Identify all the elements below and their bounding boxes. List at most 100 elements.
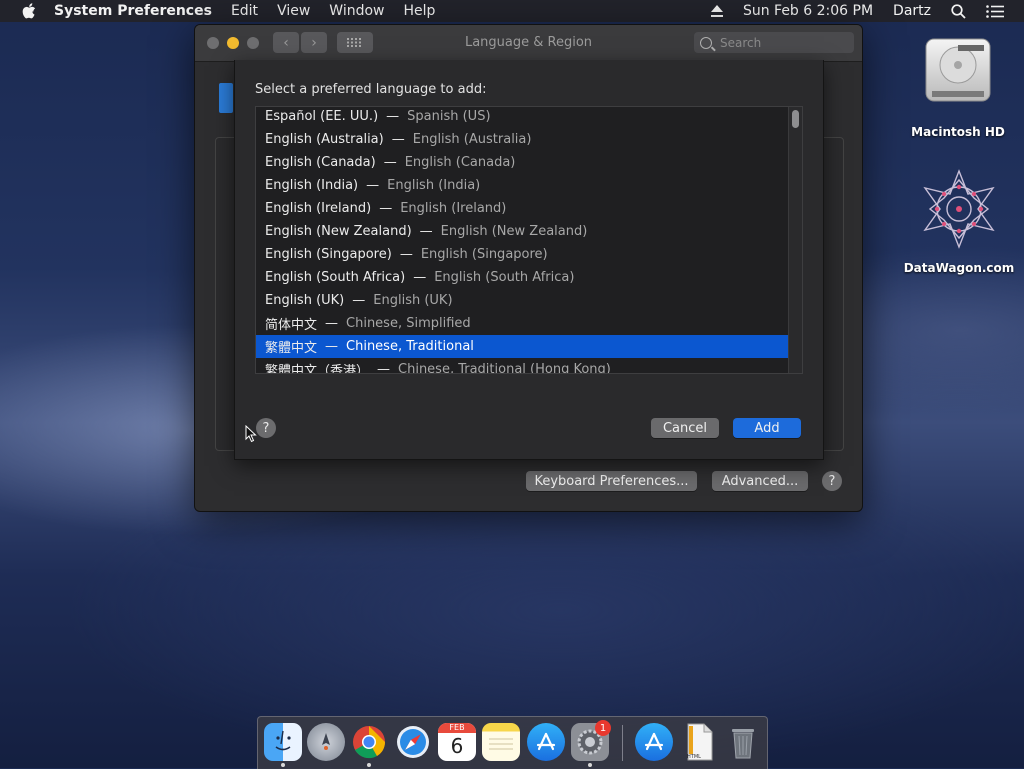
language-row[interactable]: English (Singapore) — English (Singapore) bbox=[256, 243, 788, 266]
language-english-name: Chinese, Traditional (Hong Kong) bbox=[398, 362, 611, 374]
spotlight-search-icon[interactable] bbox=[951, 3, 966, 19]
menu-view[interactable]: View bbox=[277, 3, 310, 19]
language-row[interactable]: English (New Zealand) — English (New Zeala… bbox=[256, 220, 788, 243]
language-row[interactable]: 繁體中文 — Chinese, Traditional bbox=[256, 335, 788, 358]
language-separator: — bbox=[325, 339, 339, 354]
advanced-button[interactable]: Advanced... bbox=[712, 471, 808, 491]
language-english-name: English (South Africa) bbox=[434, 270, 575, 285]
language-native-name: English (UK) bbox=[265, 293, 345, 308]
calendar-day: 6 bbox=[450, 734, 464, 758]
add-button[interactable]: Add bbox=[733, 418, 801, 438]
language-english-name: Spanish (US) bbox=[407, 109, 491, 124]
language-english-name: English (Canada) bbox=[404, 155, 516, 170]
language-native-name: English (India) bbox=[265, 178, 359, 193]
calendar-month: FEB bbox=[438, 723, 476, 733]
language-native-name: English (Ireland) bbox=[265, 201, 372, 216]
cancel-button[interactable]: Cancel bbox=[651, 418, 719, 438]
language-english-name: English (India) bbox=[387, 178, 481, 193]
language-english-name: English (UK) bbox=[373, 293, 453, 308]
add-language-sheet: Select a preferred language to add: 繁體中文… bbox=[234, 60, 824, 460]
language-english-name: Chinese, Simplified bbox=[346, 316, 471, 331]
safari-icon[interactable] bbox=[394, 723, 432, 761]
language-separator: — bbox=[325, 316, 339, 331]
sheet-prompt: Select a preferred language to add: bbox=[255, 82, 487, 97]
language-native-name: 繁體中文（香港） bbox=[265, 364, 370, 374]
datawagon-label[interactable]: DataWagon.com bbox=[898, 261, 1020, 275]
chrome-running-indicator bbox=[367, 763, 371, 767]
menu-window[interactable]: Window bbox=[329, 3, 384, 19]
language-row[interactable]: 简体中文 — Chinese, Simplified bbox=[256, 312, 788, 335]
menu-clock[interactable]: Sun Feb 6 2:06 PM bbox=[743, 3, 873, 19]
menu-app-name[interactable]: System Preferences bbox=[54, 3, 212, 19]
sheet-help-button[interactable]: ? bbox=[256, 418, 276, 438]
html-file-icon[interactable]: HTML bbox=[680, 723, 718, 761]
apple-menu-icon[interactable] bbox=[20, 2, 38, 20]
dock-separator bbox=[622, 725, 623, 761]
language-native-name: English (Australia) bbox=[265, 132, 384, 147]
html-file-label: HTML bbox=[687, 754, 701, 760]
language-separator: — bbox=[377, 362, 391, 374]
mouse-cursor-icon bbox=[245, 425, 257, 443]
language-separator: — bbox=[352, 293, 366, 308]
language-native-name: English (Canada) bbox=[265, 155, 376, 170]
language-native-name: English (Singapore) bbox=[265, 247, 392, 262]
list-scrollbar[interactable] bbox=[788, 107, 802, 373]
datawagon-icon[interactable] bbox=[918, 168, 1000, 250]
language-native-name: English (South Africa) bbox=[265, 270, 406, 285]
language-row[interactable]: English (Canada) — English (Canada) bbox=[256, 151, 788, 174]
language-row[interactable]: English (Australia) — English (Australia) bbox=[256, 128, 788, 151]
language-separator: — bbox=[366, 178, 380, 193]
language-english-name: English (Ireland) bbox=[400, 201, 507, 216]
language-row[interactable]: English (UK) — English (UK) bbox=[256, 289, 788, 312]
notification-badge: 1 bbox=[595, 720, 611, 736]
language-native-name: English (New Zealand) bbox=[265, 224, 412, 239]
language-english-name: English (New Zealand) bbox=[440, 224, 588, 239]
keyboard-preferences-button[interactable]: Keyboard Preferences... bbox=[526, 471, 697, 491]
app-store-icon[interactable] bbox=[527, 723, 565, 761]
menu-edit[interactable]: Edit bbox=[231, 3, 258, 19]
search-field[interactable]: Search bbox=[694, 32, 854, 53]
macintosh-hd-icon[interactable] bbox=[922, 35, 994, 109]
menu-bar: System Preferences Edit View Window Help… bbox=[0, 0, 1024, 22]
language-separator: — bbox=[419, 224, 433, 239]
language-row[interactable]: 繁體中文（香港） — Chinese, Traditional (Hong Kong… bbox=[256, 358, 788, 374]
menu-user[interactable]: Dartz bbox=[893, 3, 931, 19]
notification-center-icon[interactable] bbox=[986, 4, 1004, 18]
language-row[interactable]: Español (EE. UU.) — Spanish (US) bbox=[256, 107, 788, 128]
finder-running-indicator bbox=[281, 763, 285, 767]
dock: FEB 6 1 HTML bbox=[257, 716, 768, 769]
macintosh-hd-label[interactable]: Macintosh HD bbox=[900, 125, 1016, 139]
app-store-folder-icon[interactable] bbox=[635, 723, 673, 761]
language-row[interactable]: English (India) — English (India) bbox=[256, 174, 788, 197]
trash-icon[interactable] bbox=[724, 723, 762, 761]
notes-icon[interactable] bbox=[482, 723, 520, 761]
language-separator: — bbox=[413, 270, 427, 285]
language-native-name: 简体中文 bbox=[265, 318, 318, 333]
language-separator: — bbox=[383, 155, 397, 170]
language-separator: — bbox=[379, 201, 393, 216]
language-row[interactable]: English (Ireland) — English (Ireland) bbox=[256, 197, 788, 220]
search-placeholder: Search bbox=[720, 35, 762, 50]
system-preferences-running-indicator bbox=[588, 763, 592, 767]
search-icon bbox=[700, 36, 712, 49]
language-flag-icon bbox=[219, 83, 233, 113]
language-separator: — bbox=[399, 247, 413, 262]
language-separator: — bbox=[386, 109, 400, 124]
eject-icon[interactable] bbox=[710, 4, 723, 17]
language-english-name: English (Australia) bbox=[412, 132, 532, 147]
language-row[interactable]: English (South Africa) — English (South Af… bbox=[256, 266, 788, 289]
language-english-name: Chinese, Traditional bbox=[346, 339, 474, 354]
calendar-icon[interactable]: FEB 6 bbox=[438, 723, 476, 761]
language-native-name: Español (EE. UU.) bbox=[265, 109, 379, 124]
language-native-name: 繁體中文 bbox=[265, 341, 318, 356]
language-separator: — bbox=[391, 132, 405, 147]
finder-icon[interactable] bbox=[264, 723, 302, 761]
chrome-icon[interactable] bbox=[350, 723, 388, 761]
window-titlebar[interactable]: ‹ › Language & Region Search bbox=[195, 25, 862, 62]
language-list[interactable]: 繁體中文（香港） — Chinese, Traditional (Hong Kong… bbox=[255, 106, 803, 374]
launchpad-icon[interactable] bbox=[307, 723, 345, 761]
help-button[interactable]: ? bbox=[822, 471, 842, 491]
menu-help[interactable]: Help bbox=[404, 3, 436, 19]
scrollbar-thumb[interactable] bbox=[792, 110, 799, 128]
language-english-name: English (Singapore) bbox=[420, 247, 548, 262]
